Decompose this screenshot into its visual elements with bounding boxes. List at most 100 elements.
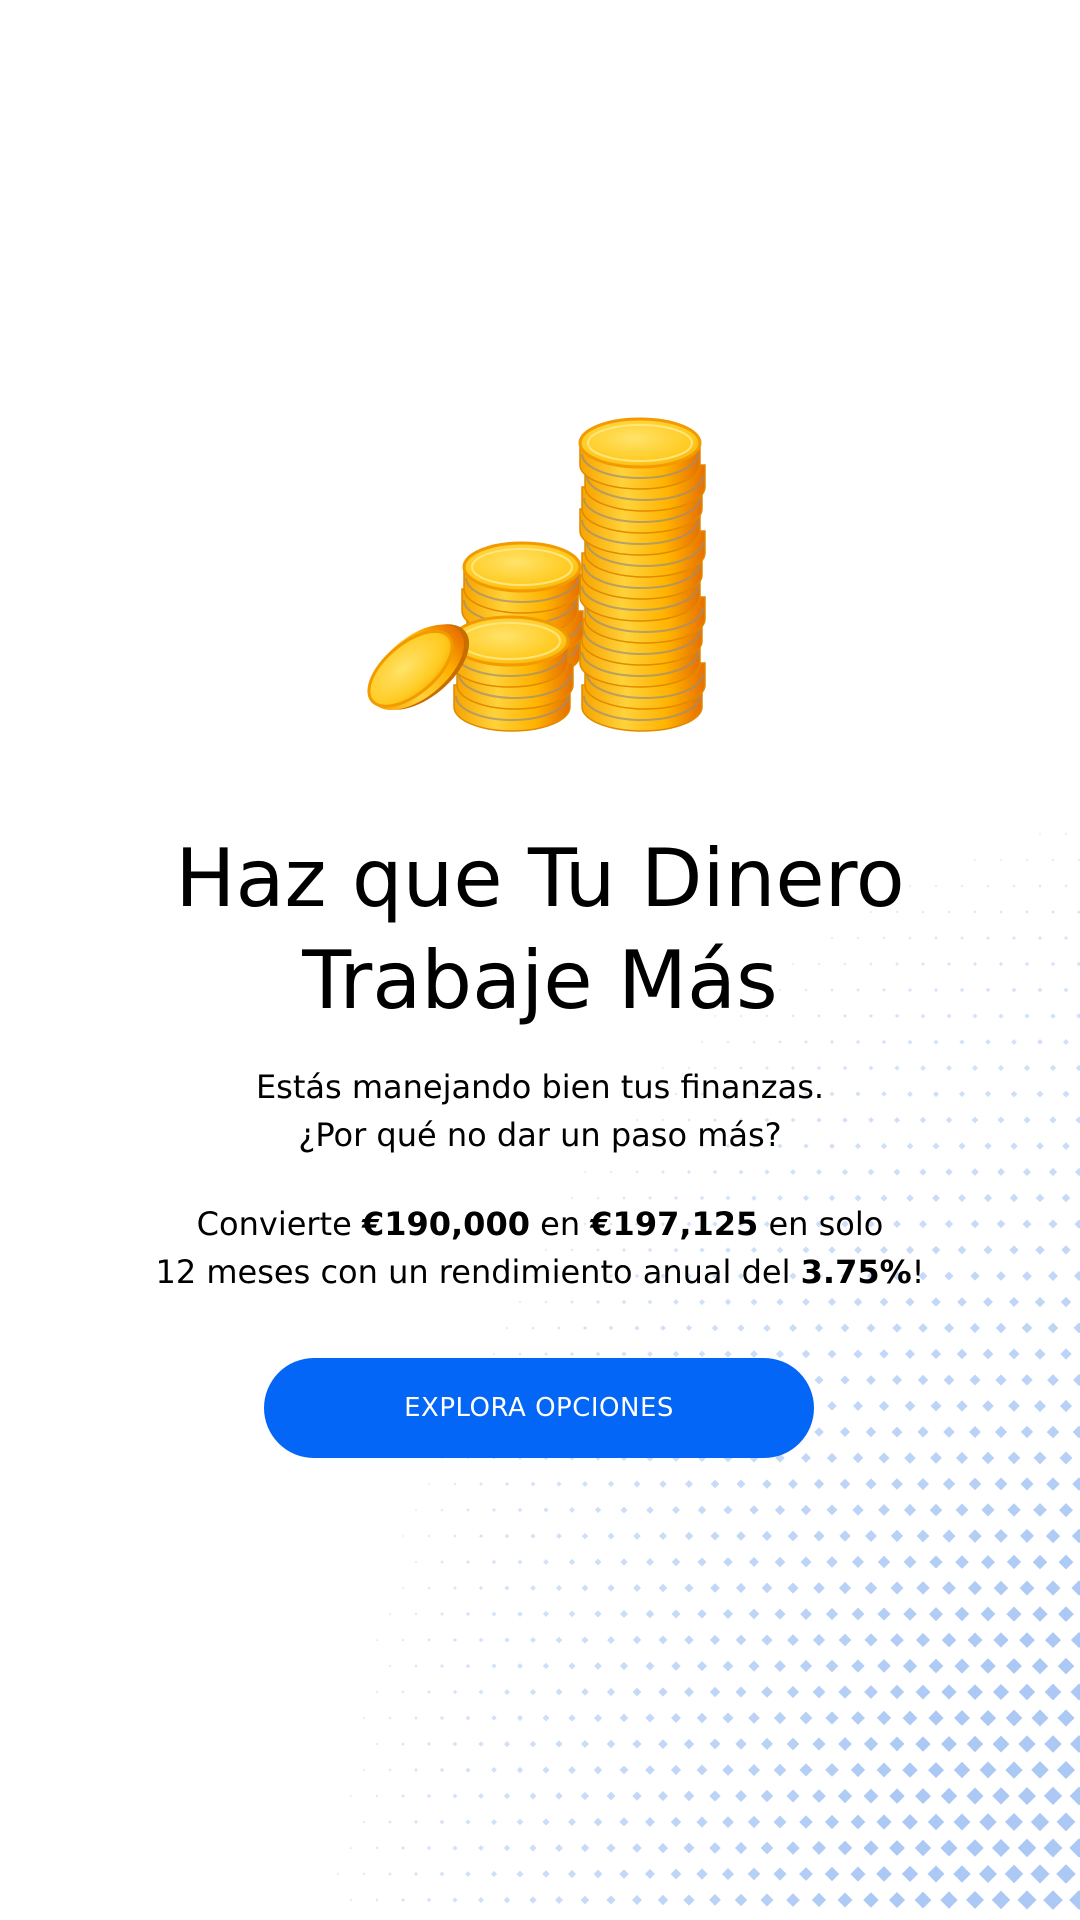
offer-line2-suffix: ! bbox=[911, 1253, 925, 1291]
explore-options-button[interactable]: EXPLORA OPCIONES bbox=[264, 1358, 814, 1458]
background-dot bbox=[1032, 1554, 1048, 1570]
background-dot bbox=[388, 1768, 392, 1772]
background-dot bbox=[426, 1845, 432, 1851]
background-dot bbox=[1075, 1116, 1080, 1124]
background-dot bbox=[465, 1663, 471, 1669]
background-dot bbox=[542, 1766, 550, 1774]
background-dot bbox=[697, 1557, 707, 1567]
background-dot bbox=[762, 1479, 772, 1489]
background-dot bbox=[542, 1662, 550, 1670]
background-dot bbox=[812, 1737, 826, 1751]
background-dot bbox=[683, 1738, 695, 1750]
background-dot bbox=[761, 1530, 773, 1541]
background-dot bbox=[877, 1659, 891, 1673]
background-dot bbox=[670, 1764, 682, 1776]
background-dot bbox=[619, 1869, 629, 1879]
background-dot bbox=[568, 1818, 576, 1826]
background-dot bbox=[619, 1817, 629, 1827]
background-dot bbox=[712, 1169, 718, 1175]
background-dot bbox=[1036, 1142, 1044, 1150]
background-dot bbox=[1074, 1219, 1080, 1229]
background-dot bbox=[761, 1582, 773, 1594]
background-dot bbox=[853, 1349, 863, 1359]
background-dot bbox=[414, 1768, 418, 1772]
background-dot bbox=[504, 1585, 510, 1591]
background-dot bbox=[696, 1661, 708, 1672]
background-dot bbox=[1047, 1374, 1059, 1386]
background-dot bbox=[737, 1324, 745, 1332]
background-dot bbox=[827, 1297, 837, 1306]
background-dot bbox=[516, 1870, 524, 1878]
background-dot bbox=[543, 1507, 549, 1513]
background-dot bbox=[1059, 1451, 1073, 1465]
background-dot bbox=[799, 1867, 813, 1881]
background-dot bbox=[593, 1869, 603, 1879]
background-dot bbox=[439, 1715, 445, 1721]
background-dot bbox=[1043, 1786, 1063, 1806]
background-dot bbox=[968, 1477, 982, 1491]
background-dot bbox=[659, 1480, 667, 1488]
background-dot bbox=[916, 1581, 930, 1595]
title-line-2: Trabaje Más bbox=[302, 934, 778, 1027]
background-dot bbox=[1045, 1632, 1061, 1649]
background-dot bbox=[1038, 884, 1042, 888]
background-dot bbox=[1031, 1709, 1049, 1727]
background-dot bbox=[1047, 1322, 1059, 1334]
background-dot bbox=[752, 1040, 756, 1044]
background-dot bbox=[645, 1713, 655, 1723]
background-dot bbox=[1017, 1890, 1037, 1910]
background-dot bbox=[607, 1636, 615, 1644]
background-dot bbox=[903, 1503, 917, 1517]
background-dot bbox=[787, 1530, 799, 1542]
background-dot bbox=[864, 1633, 878, 1647]
background-dot bbox=[1019, 1528, 1035, 1543]
background-dot bbox=[1043, 1838, 1063, 1858]
background-dot bbox=[606, 1843, 616, 1853]
background-dot bbox=[453, 1534, 457, 1538]
background-dot bbox=[786, 1737, 800, 1751]
background-dot bbox=[829, 1039, 835, 1044]
background-dot bbox=[1023, 1116, 1031, 1124]
background-dot bbox=[929, 1503, 943, 1517]
background-dot bbox=[799, 1659, 813, 1673]
background-dot bbox=[709, 1894, 721, 1906]
background-dot bbox=[917, 1426, 929, 1438]
background-dot bbox=[388, 1820, 392, 1824]
background-dot bbox=[517, 1559, 523, 1565]
background-dot bbox=[890, 1529, 904, 1543]
background-dot bbox=[811, 1892, 827, 1908]
background-dot bbox=[1030, 1864, 1050, 1884]
background-dot bbox=[812, 1685, 826, 1699]
background-dot bbox=[1072, 1425, 1080, 1439]
offer-amount-from: €190,000 bbox=[361, 1205, 530, 1243]
background-dot bbox=[953, 1865, 971, 1883]
background-dot bbox=[1060, 1348, 1072, 1360]
background-dot bbox=[491, 1663, 497, 1669]
background-dot bbox=[802, 1298, 810, 1306]
background-dot bbox=[722, 1764, 734, 1776]
background-dot bbox=[825, 1763, 839, 1777]
background-dot bbox=[1046, 1425, 1060, 1439]
background-dot bbox=[1063, 1039, 1069, 1045]
background-dot bbox=[634, 1325, 640, 1331]
background-dot bbox=[1059, 1399, 1073, 1413]
background-dot bbox=[491, 1767, 497, 1773]
background-dot bbox=[570, 1196, 574, 1200]
background-dot bbox=[607, 1480, 615, 1488]
background-dot bbox=[413, 1871, 419, 1877]
background-dot bbox=[439, 1664, 445, 1669]
background-dot bbox=[530, 1637, 536, 1643]
offer-suffix: en solo bbox=[758, 1205, 884, 1243]
background-dot bbox=[401, 1742, 405, 1746]
background-dot bbox=[555, 1636, 563, 1644]
background-dot bbox=[763, 1324, 771, 1332]
background-dot bbox=[787, 1634, 799, 1646]
background-dot bbox=[439, 1819, 445, 1825]
background-dot bbox=[722, 1608, 734, 1619]
background-dot bbox=[1058, 1606, 1074, 1622]
background-dot bbox=[864, 1581, 878, 1595]
background-dot bbox=[774, 1556, 786, 1568]
background-dot bbox=[866, 1323, 876, 1333]
background-dot bbox=[594, 1558, 602, 1566]
background-dot bbox=[698, 1350, 706, 1358]
